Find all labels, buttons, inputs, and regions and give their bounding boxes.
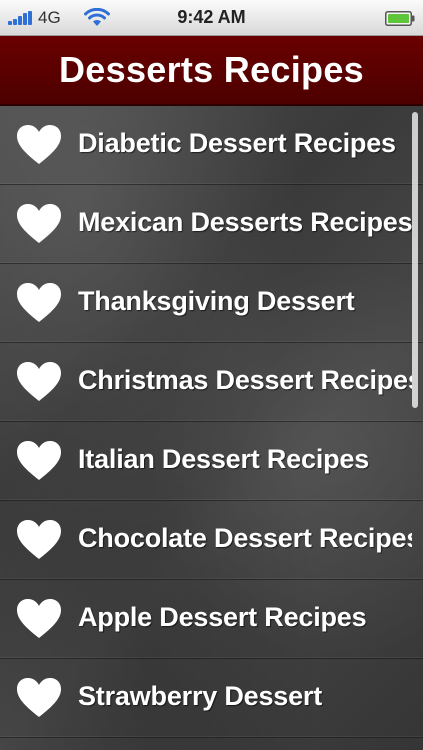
list-item-label: Diabetic Dessert Recipes	[78, 128, 396, 158]
heart-icon	[17, 599, 61, 638]
status-time: 9:42 AM	[177, 7, 246, 27]
list-item-label: Christmas Dessert Recipes	[78, 365, 412, 395]
list-item-chocolate-dessert-recipes[interactable]: Chocolate Dessert Recipes	[0, 501, 423, 580]
list-item-label: Strawberry Dessert	[78, 681, 323, 711]
list-item-italian-dessert-recipes[interactable]: Italian Dessert Recipes	[0, 422, 423, 501]
navigation-header: Desserts Recipes	[0, 36, 423, 106]
list-item-label: Apple Dessert Recipes	[78, 602, 367, 632]
phone-screen: 4G 9:42 AM Desserts Recipes Diabetic Des…	[0, 0, 423, 750]
list-item-apple-dessert-recipes[interactable]: Apple Dessert Recipes	[0, 580, 423, 659]
list-item-christmas-dessert-recipes[interactable]: Christmas Dessert Recipes	[0, 343, 423, 422]
list-item-thanksgiving-dessert[interactable]: Thanksgiving Dessert	[0, 264, 423, 343]
heart-icon	[17, 520, 61, 559]
heart-icon	[17, 441, 61, 480]
heart-icon	[17, 678, 61, 717]
heart-icon	[17, 283, 61, 322]
list-item-mexican-desserts-recipes[interactable]: Mexican Desserts Recipes	[0, 185, 423, 264]
page-title: Desserts Recipes	[59, 49, 364, 90]
list-item-strawberry-dessert[interactable]: Strawberry Dessert	[0, 659, 423, 738]
list-item-label: Thanksgiving Dessert	[78, 286, 355, 316]
scrollbar[interactable]	[412, 112, 418, 408]
status-bar: 4G 9:42 AM	[0, 0, 423, 36]
battery-icon	[385, 11, 415, 26]
heart-icon	[17, 362, 61, 401]
list-item-diabetic-dessert-recipes[interactable]: Diabetic Dessert Recipes	[0, 106, 423, 185]
list-item-label: Italian Dessert Recipes	[78, 444, 370, 474]
heart-icon	[17, 204, 61, 243]
heart-icon	[17, 125, 61, 164]
list-item-label: Mexican Desserts Recipes	[78, 207, 412, 237]
recipe-list[interactable]: Diabetic Dessert Recipes Mexican Dessert…	[0, 106, 423, 750]
list-item-label: Chocolate Dessert Recipes	[78, 523, 412, 553]
